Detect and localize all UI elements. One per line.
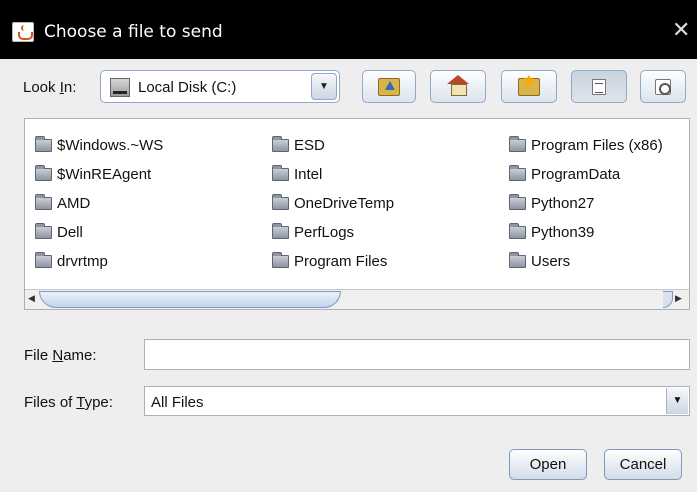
folder-name: AMD — [57, 195, 91, 212]
new-folder-icon — [518, 73, 540, 96]
folder-name: Program Files — [294, 253, 388, 270]
folder-name: OneDriveTemp — [294, 195, 395, 212]
file-type-label-suffix: ype: — [84, 394, 113, 411]
close-icon[interactable]: ✕ — [672, 18, 690, 43]
folder-item[interactable]: ProgramData — [509, 160, 663, 189]
title-bar: Choose a file to send ✕ — [0, 0, 697, 59]
open-button[interactable]: Open — [509, 449, 587, 480]
folder-icon — [35, 165, 52, 181]
scroll-right-icon[interactable]: ▶ — [675, 293, 682, 304]
folder-item[interactable]: Program Files (x86) — [509, 131, 663, 160]
folder-item[interactable]: Python27 — [509, 189, 663, 218]
folder-icon — [272, 252, 289, 268]
look-in-label: Look In: — [23, 79, 76, 96]
look-in-label-suffix: n: — [63, 79, 77, 96]
folder-item[interactable]: Users — [509, 247, 663, 276]
details-view-button[interactable] — [640, 70, 686, 103]
home-icon — [447, 74, 469, 96]
file-column-2: ESD Intel OneDriveTemp PerfLogs Program … — [272, 131, 394, 276]
look-in-selected: Local Disk (C:) — [138, 79, 237, 96]
scrollbar-track-end — [663, 291, 673, 308]
file-name-label: File Name: — [24, 347, 97, 364]
folder-icon — [509, 223, 526, 239]
folder-item[interactable]: $WinREAgent — [35, 160, 163, 189]
folder-item[interactable]: AMD — [35, 189, 163, 218]
scrollbar-thumb[interactable] — [39, 291, 341, 308]
folder-icon — [35, 194, 52, 210]
file-name-label-mnemonic: N — [52, 347, 64, 364]
file-type-label-mnemonic: T — [76, 394, 85, 411]
folder-item[interactable]: $Windows.~WS — [35, 131, 163, 160]
file-list[interactable]: $Windows.~WS $WinREAgent AMD Dell drvrtm… — [24, 118, 690, 310]
chevron-down-icon[interactable]: ▼ — [666, 388, 688, 414]
folder-icon — [509, 136, 526, 152]
up-one-level-button[interactable] — [362, 70, 416, 103]
folder-icon — [509, 165, 526, 181]
file-type-label: Files of Type: — [24, 394, 113, 411]
folder-name: ProgramData — [531, 166, 621, 183]
folder-name: Intel — [294, 166, 323, 183]
folder-name: Python27 — [531, 195, 595, 212]
file-type-label-prefix: Files of — [24, 394, 77, 411]
folder-icon — [35, 252, 52, 268]
folder-icon — [35, 223, 52, 239]
folder-name: PerfLogs — [294, 224, 355, 241]
folder-item[interactable]: drvrtmp — [35, 247, 163, 276]
folder-icon — [272, 194, 289, 210]
horizontal-scrollbar[interactable]: ◀ ▶ — [25, 289, 689, 309]
hard-drive-icon — [110, 78, 130, 97]
file-column-1: $Windows.~WS $WinREAgent AMD Dell drvrtm… — [35, 131, 163, 276]
create-new-folder-button[interactable] — [501, 70, 557, 103]
folder-name: $Windows.~WS — [57, 137, 164, 154]
home-button[interactable] — [430, 70, 486, 103]
folder-name: Users — [531, 253, 571, 270]
folder-item[interactable]: OneDriveTemp — [272, 189, 394, 218]
look-in-combo[interactable]: Local Disk (C:) ▼ — [100, 70, 340, 103]
folder-item[interactable]: ESD — [272, 131, 394, 160]
folder-name: ESD — [294, 137, 325, 154]
folder-name: Python39 — [531, 224, 595, 241]
details-view-icon — [655, 78, 671, 95]
file-type-selected: All Files — [151, 394, 204, 411]
folder-item[interactable]: Program Files — [272, 247, 394, 276]
folder-icon — [272, 165, 289, 181]
folder-item[interactable]: Dell — [35, 218, 163, 247]
look-in-label-prefix: Look — [23, 79, 60, 96]
list-view-icon — [592, 78, 606, 95]
folder-icon — [509, 194, 526, 210]
folder-up-icon — [378, 77, 400, 96]
folder-icon — [272, 136, 289, 152]
folder-name: drvrtmp — [57, 253, 108, 270]
folder-name: $WinREAgent — [57, 166, 152, 183]
folder-icon — [509, 252, 526, 268]
window-title: Choose a file to send — [44, 22, 223, 42]
list-view-button[interactable] — [571, 70, 627, 103]
folder-name: Program Files (x86) — [531, 137, 663, 154]
file-name-input[interactable] — [144, 339, 690, 370]
folder-item[interactable]: Python39 — [509, 218, 663, 247]
file-name-label-prefix: File — [24, 347, 53, 364]
java-coffee-cup-icon — [12, 22, 34, 42]
folder-item[interactable]: Intel — [272, 160, 394, 189]
folder-name: Dell — [57, 224, 83, 241]
chevron-down-icon[interactable]: ▼ — [311, 73, 337, 100]
file-name-label-suffix: ame: — [63, 347, 97, 364]
folder-icon — [35, 136, 52, 152]
folder-icon — [272, 223, 289, 239]
folder-item[interactable]: PerfLogs — [272, 218, 394, 247]
scroll-left-icon[interactable]: ◀ — [28, 293, 35, 304]
file-column-3: Program Files (x86) ProgramData Python27… — [509, 131, 663, 276]
cancel-button[interactable]: Cancel — [604, 449, 682, 480]
file-type-combo[interactable]: All Files ▼ — [144, 386, 690, 416]
